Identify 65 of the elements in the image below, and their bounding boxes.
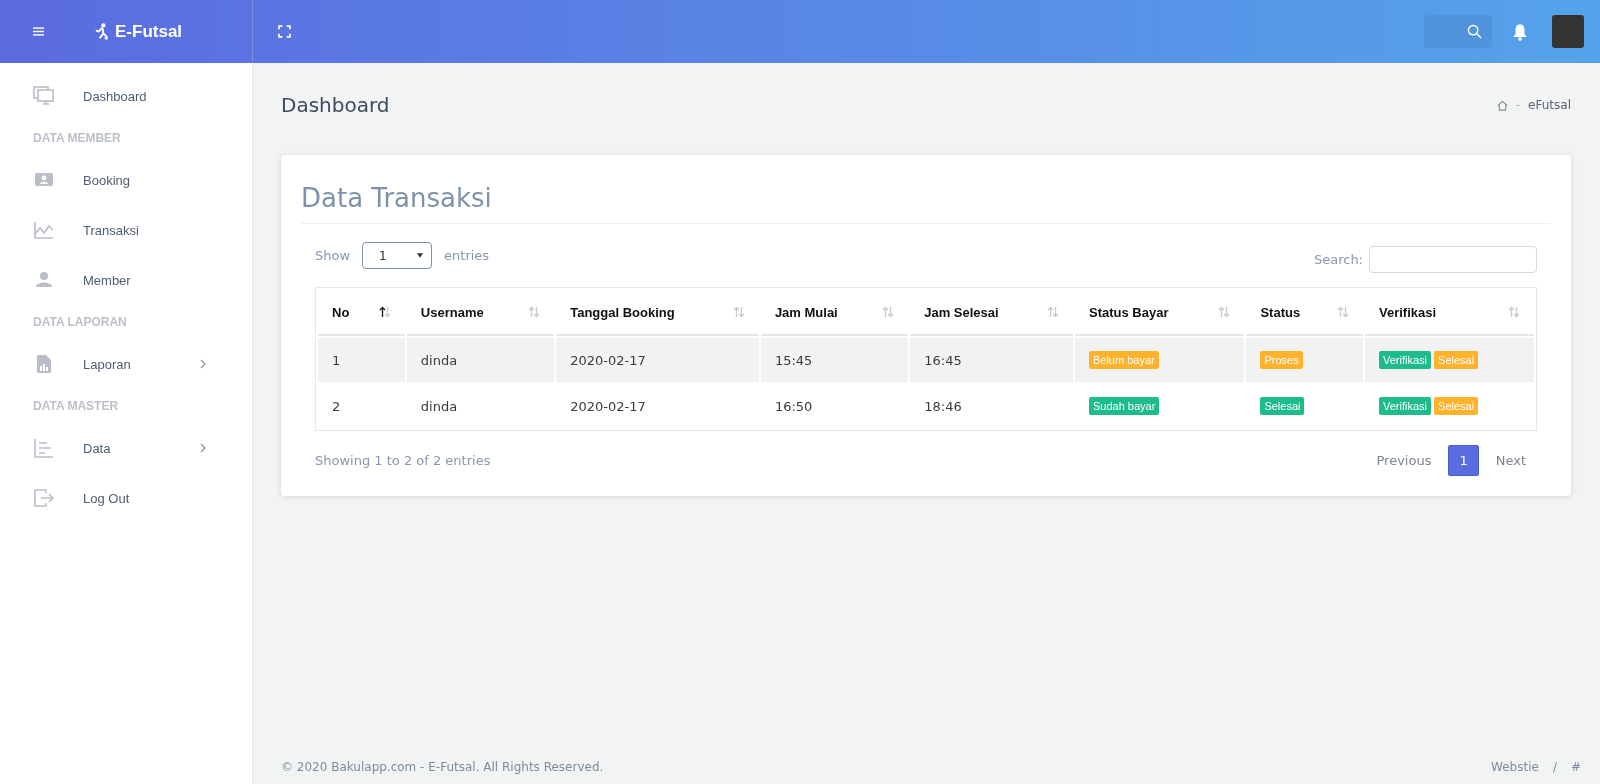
table-cell: dinda: [406, 338, 555, 382]
status-label: Verifikasi: [1379, 397, 1432, 415]
page-title: Dashboard: [281, 93, 390, 117]
breadcrumb-separator: -: [1515, 98, 1521, 112]
entries-select[interactable]: 1: [362, 242, 433, 269]
entries-label: entries: [444, 248, 490, 263]
show-label: Show: [315, 248, 351, 263]
column-header[interactable]: Status Bayar: [1074, 290, 1245, 336]
table-cell-text: 2: [331, 397, 342, 416]
column-header[interactable]: Verifikasi: [1365, 290, 1534, 336]
search-field[interactable]: [1424, 15, 1492, 48]
search-field[interactable]: [1369, 246, 1537, 273]
copyright-text: © 2020 Bakulapp.com - E-Futsal. All Rights Reserved.: [281, 760, 604, 774]
breadcrumb-item: eFutsal: [1528, 98, 1571, 112]
fullscreen-icon[interactable]: [278, 25, 291, 38]
sidebar-section-label: DATA MASTER: [32, 398, 120, 415]
home-icon[interactable]: [1496, 99, 1508, 111]
table-cell-text: 16:50: [773, 397, 814, 416]
table-info: Showing 1 to 2 of 2 entries: [315, 453, 491, 468]
bell-icon[interactable]: [1512, 22, 1528, 41]
sidebar-item[interactable]: Data: [83, 440, 111, 456]
column-header[interactable]: Username: [406, 290, 555, 336]
footer-separator: /: [1552, 760, 1557, 774]
status-label: Selesai: [1260, 397, 1305, 415]
column-header[interactable]: Status: [1246, 290, 1363, 336]
status-label: Selesai: [1434, 397, 1479, 415]
status-label: Verifikasi: [1379, 351, 1432, 369]
status-label: Sudah bayar: [1088, 397, 1160, 415]
caret-icon: [417, 253, 424, 258]
sidebar-item[interactable]: Laporan: [83, 356, 131, 372]
search-label: Search:: [1313, 252, 1363, 267]
status-label: Belum bayar: [1088, 351, 1159, 369]
table-cell: 2020-02-17: [556, 338, 759, 382]
status-label: Proses: [1260, 351, 1303, 369]
status-label: Selesai: [1434, 351, 1479, 369]
sidebar-item[interactable]: Booking: [83, 172, 130, 188]
sidebar-item[interactable]: Member: [83, 272, 131, 288]
column-header[interactable]: Tanggal Booking: [556, 290, 759, 336]
player-icon: [94, 23, 109, 40]
sidebar-section-label: DATA MEMBER: [32, 130, 122, 147]
card-title: Data Transaksi: [301, 169, 1551, 224]
search-icon[interactable]: [1467, 24, 1482, 39]
table-cell-text: 18:46: [923, 397, 963, 416]
bars-icon: [33, 438, 55, 458]
table-cell: 15:45: [760, 338, 909, 382]
table-cell-text: dinda: [419, 397, 459, 416]
sidebar-section-label: DATA LAPORAN: [32, 314, 128, 331]
sidebar-item[interactable]: Transaksi: [83, 222, 139, 238]
chart-icon: [33, 220, 55, 240]
table-cell: 1: [318, 338, 405, 382]
pagination-button[interactable]: 1: [1448, 445, 1479, 476]
menu-icon[interactable]: [33, 27, 44, 36]
brand-name[interactable]: E-Futsal: [115, 21, 183, 42]
monitor-icon: [33, 86, 55, 106]
pagination-button[interactable]: Previous: [1365, 445, 1443, 476]
logout-icon: [33, 488, 55, 508]
pagination-button[interactable]: Next: [1484, 445, 1537, 476]
table-cell-text: 2020-02-17: [569, 397, 647, 416]
sidebar-item[interactable]: Log Out: [83, 490, 130, 506]
column-header[interactable]: Jam Mulai: [760, 290, 909, 336]
column-header[interactable]: Jam Selesai: [910, 290, 1073, 336]
person-icon: [33, 270, 55, 290]
table-cell: 16:45: [910, 338, 1073, 382]
sidebar-item[interactable]: Dashboard: [83, 88, 147, 104]
column-header[interactable]: No: [318, 290, 405, 336]
